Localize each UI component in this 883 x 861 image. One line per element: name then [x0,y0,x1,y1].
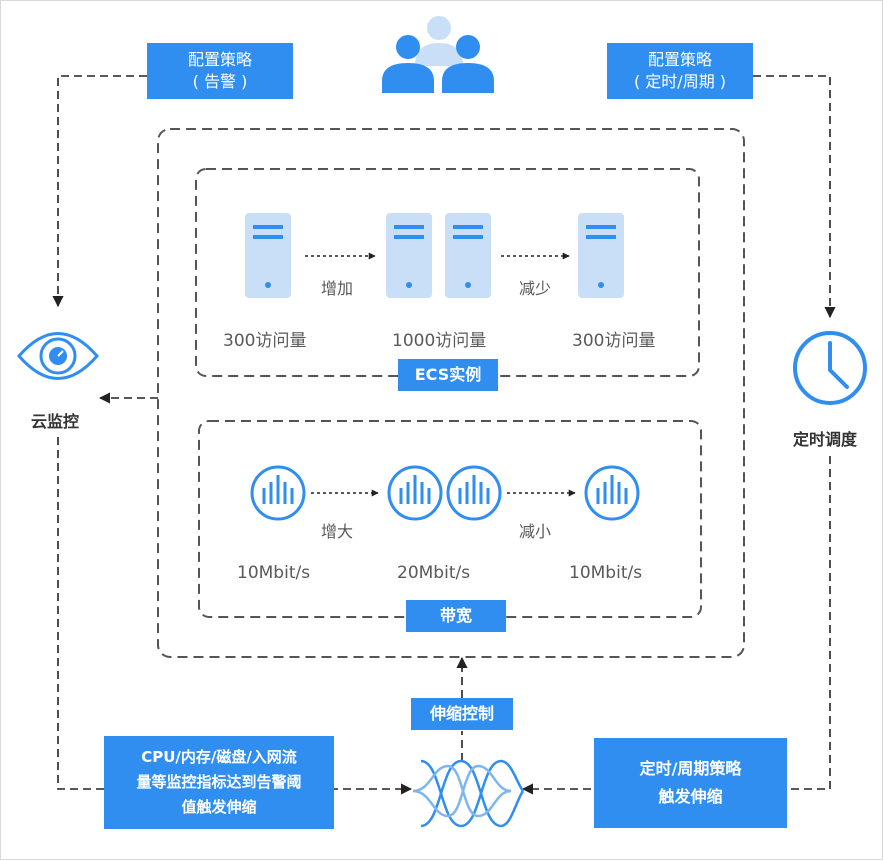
ecs-state-3: 300访问量 [572,331,656,351]
alarm-trigger-line3: 值触发伸缩 [181,798,257,816]
ecs-title-badge: ECS实例 [398,359,498,391]
alarm-policy-line1: 配置策略 [187,50,252,69]
bandwidth-state-3: 10Mbit/s [569,563,643,583]
bandwidth-icon [584,465,640,521]
scaling-control-label: 伸缩控制 [429,704,494,723]
schedule-trigger-line1: 定时/周期策略 [639,759,742,778]
bandwidth-state-1: 10Mbit/s [237,563,311,583]
eye-icon [17,332,99,380]
ecs-state-2: 1000访问量 [392,331,487,351]
clock-icon [793,331,867,405]
scaling-control-badge: 伸缩控制 [411,698,513,730]
bandwidth-icon [250,465,306,521]
ecs-increase-label: 增加 [321,279,354,298]
bandwidth-increase-label: 增大 [321,522,354,541]
bandwidth-decrease-label: 减小 [519,522,552,541]
ecs-title: ECS实例 [414,365,482,384]
schedule-trigger-box: 定时/周期策略 触发伸缩 [594,738,787,828]
schedule-policy-line1: 配置策略 [647,50,712,69]
schedule-policy-box: 配置策略 ( 定时/周期 ) [607,43,753,99]
ecs-decrease-label: 减少 [519,279,552,298]
schedule-policy-line2: ( 定时/周期 ) [633,72,727,91]
server-icon [445,213,491,298]
bandwidth-icon [446,465,502,521]
alarm-trigger-box: CPU/内存/磁盘/入网流 量等监控指标达到告警阈 值触发伸缩 [104,736,334,829]
flow-alarm-to-monitor [52,75,147,308]
bandwidth-title: 带宽 [439,606,472,625]
alarm-trigger-line1: CPU/内存/磁盘/入网流 [141,748,297,766]
diagram-canvas [17,16,867,828]
cloud-monitor-label: 云监控 [31,412,80,431]
scaling-diagram: 配置策略 ( 告警 ) 配置策略 ( 定时/周期 ) 增加 减少 300访问量 … [0,0,883,860]
alarm-policy-line2: ( 告警 ) [192,72,248,91]
bandwidth-state-2: 20Mbit/s [397,563,471,583]
server-icon [245,213,291,298]
schedule-trigger-line2: 触发伸缩 [658,787,723,806]
alarm-policy-box: 配置策略 ( 告警 ) [147,43,293,99]
scaling-wave-icon [412,759,525,828]
flow-schedule-to-scheduler [753,75,836,319]
alarm-trigger-line2: 量等监控指标达到告警阈 [136,773,302,791]
bandwidth-title-badge: 带宽 [406,600,506,632]
bandwidth-icon [387,465,443,521]
server-icon [386,213,432,298]
server-icon [578,213,624,298]
scheduler-label: 定时调度 [793,430,858,449]
users-icon [382,16,494,93]
ecs-state-1: 300访问量 [223,331,307,351]
